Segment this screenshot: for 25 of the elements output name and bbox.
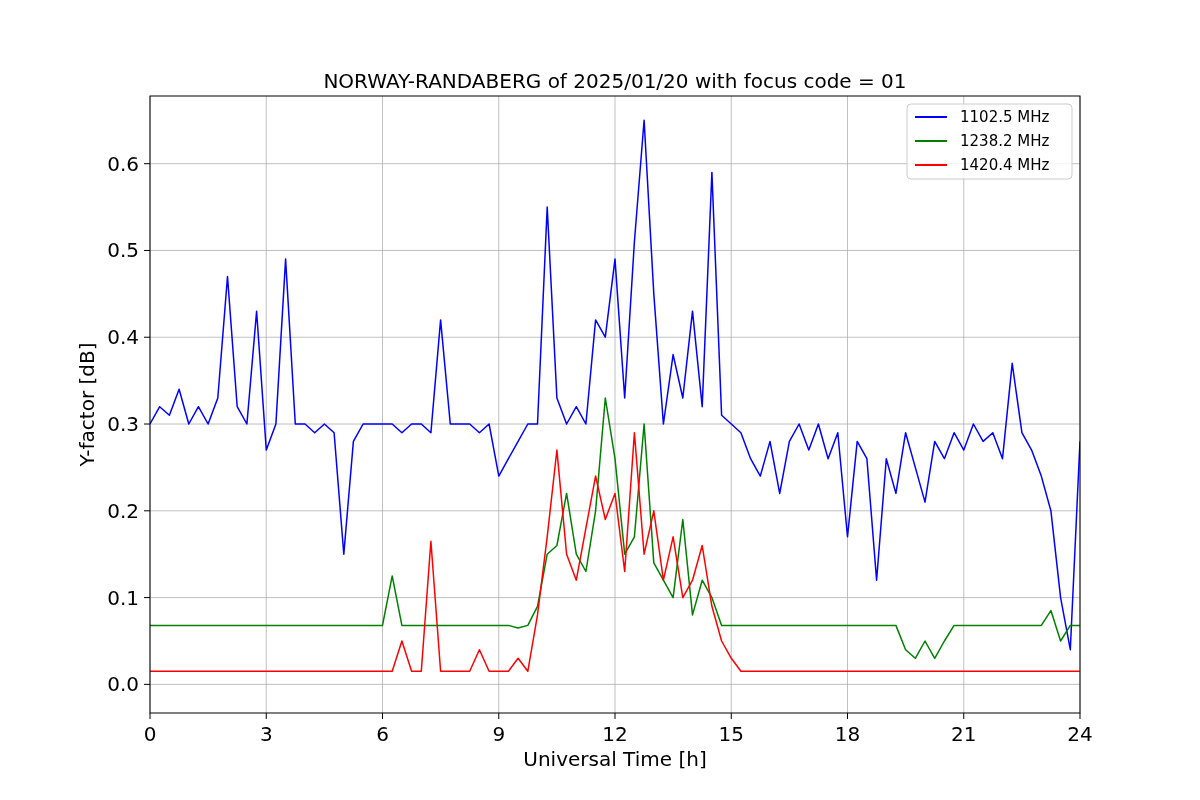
tick-label: 0.2 xyxy=(107,498,139,523)
tick-label: 0.1 xyxy=(107,585,139,610)
tick-label: 0.5 xyxy=(107,238,139,263)
tick-label: 15 xyxy=(718,722,744,746)
axis-label: Y-factor [dB] xyxy=(75,342,99,467)
tick-label: 0.6 xyxy=(107,151,139,176)
tick-label: 12 xyxy=(602,722,628,746)
tick-label: 9 xyxy=(492,722,506,746)
chart-title: NORWAY-RANDABERG of 2025/01/20 with focus code = 01 xyxy=(323,69,907,93)
axis-label: Universal Time [h] xyxy=(523,747,707,771)
legend-label: 1102.5 MHz xyxy=(960,108,1050,126)
tick-label: 0.4 xyxy=(107,325,139,350)
tick-label: 24 xyxy=(1067,722,1093,746)
legend-line-icon xyxy=(914,140,948,142)
tick-label: 0.0 xyxy=(107,672,139,697)
tick-label: 18 xyxy=(834,722,861,746)
legend-line-icon xyxy=(914,164,948,166)
legend-label: 1420.4 MHz xyxy=(960,156,1050,174)
legend-label: 1238.2 MHz xyxy=(960,132,1050,150)
tick-label: 0 xyxy=(143,722,157,746)
tick-label: 21 xyxy=(951,722,977,746)
tick-label: 0.3 xyxy=(107,412,139,437)
tick-label: 3 xyxy=(259,722,273,746)
legend-line-icon xyxy=(914,116,948,118)
tick-label: 6 xyxy=(376,722,389,746)
